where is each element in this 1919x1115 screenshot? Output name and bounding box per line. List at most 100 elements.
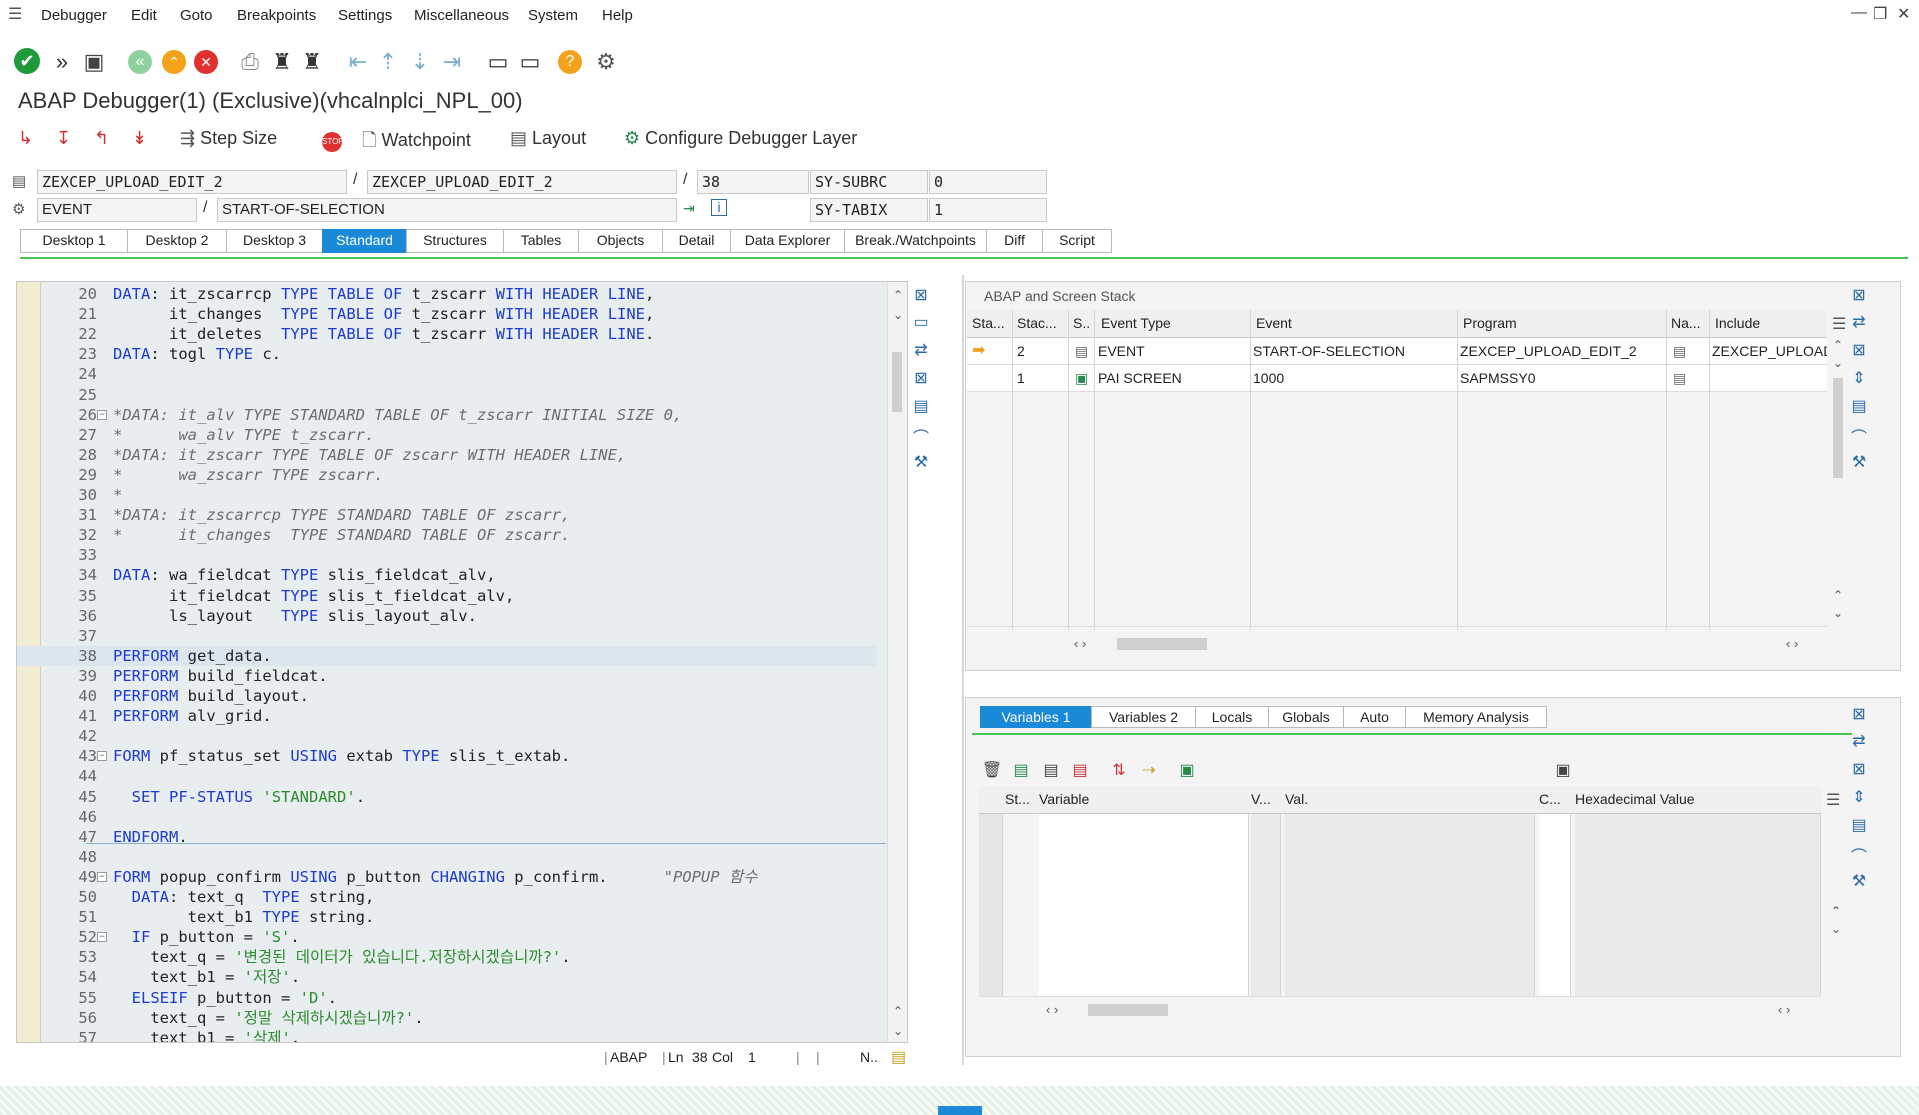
col-status[interactable]: Sta... bbox=[972, 315, 1010, 331]
table-cell[interactable] bbox=[1039, 814, 1249, 840]
tab-diff[interactable]: Diff bbox=[986, 229, 1042, 253]
services-icon[interactable]: ⚒ bbox=[1848, 871, 1870, 893]
code-line[interactable]: 33 bbox=[17, 545, 877, 565]
export-icon[interactable]: ▣ bbox=[1176, 760, 1198, 780]
table-cell[interactable] bbox=[979, 866, 1003, 892]
table-row[interactable] bbox=[979, 944, 1821, 971]
code-line[interactable]: 30 * bbox=[17, 485, 877, 505]
table-row[interactable]: 1 ▣ PAI SCREEN 1000 SAPMSSY0 ▤ bbox=[967, 365, 1827, 392]
table-cell[interactable] bbox=[1039, 892, 1249, 918]
configure-debugger-layer-button[interactable]: ⚙ Configure Debugger Layer bbox=[624, 128, 857, 149]
tab-data-explorer[interactable]: Data Explorer bbox=[730, 229, 844, 253]
table-cell[interactable] bbox=[1539, 892, 1571, 918]
scroll-up-icon[interactable]: ⌃ bbox=[1831, 904, 1841, 918]
code-line[interactable]: 48 bbox=[17, 847, 877, 867]
tab-desktop-3[interactable]: Desktop 3 bbox=[226, 229, 322, 253]
table-cell[interactable] bbox=[1539, 866, 1571, 892]
line-field[interactable]: 38 bbox=[697, 170, 809, 194]
code-line[interactable]: 37 bbox=[17, 626, 877, 646]
table-cell[interactable] bbox=[1285, 892, 1535, 918]
goto-icon[interactable]: ⇥ bbox=[683, 200, 695, 217]
menu-help[interactable]: Help bbox=[602, 7, 633, 24]
code-line[interactable]: 41 PERFORM alv_grid. bbox=[17, 706, 877, 726]
tab-desktop-2[interactable]: Desktop 2 bbox=[127, 229, 226, 253]
tab-objects[interactable]: Objects bbox=[578, 229, 662, 253]
scroll-right-icon[interactable]: ‹ › bbox=[1786, 636, 1798, 651]
table-row[interactable] bbox=[967, 522, 1827, 549]
services-icon[interactable]: ⚒ bbox=[910, 452, 932, 474]
remove-icon[interactable]: ▤ bbox=[1069, 760, 1091, 780]
table-row[interactable] bbox=[967, 444, 1827, 471]
tab-globals[interactable]: Globals bbox=[1268, 706, 1343, 728]
table-cell[interactable] bbox=[1285, 814, 1535, 840]
menu-goto[interactable]: Goto bbox=[180, 7, 213, 24]
stack-vertical-scrollbar[interactable]: ⌃ ⌄ ⌃ ⌄ bbox=[1830, 338, 1846, 628]
navigate-icon[interactable]: ▤ bbox=[1673, 343, 1686, 360]
code-line[interactable]: 26− *DATA: it_alv TYPE STANDARD TABLE OF … bbox=[17, 405, 877, 425]
table-cell[interactable] bbox=[1539, 970, 1571, 996]
cancel-icon[interactable]: ✕ bbox=[194, 50, 218, 74]
col-program[interactable]: Program bbox=[1463, 315, 1663, 331]
code-line[interactable]: 40 PERFORM build_layout. bbox=[17, 686, 877, 706]
main-program-field[interactable]: ZEXCEP_UPLOAD_EDIT_2 bbox=[37, 170, 347, 194]
table-cell[interactable] bbox=[1285, 918, 1535, 944]
scroll-right-icon[interactable]: ‹ › bbox=[1778, 1002, 1790, 1017]
replace-tool-icon[interactable]: ⇄ bbox=[910, 340, 932, 362]
table-row[interactable]: ➡ 2 ▤ EVENT START-OF-SELECTION ZEXCEP_UP… bbox=[967, 338, 1827, 365]
col-variable[interactable]: Variable bbox=[1039, 791, 1199, 807]
scroll-down-icon[interactable]: ⌄ bbox=[1831, 922, 1841, 936]
help-icon[interactable]: ? bbox=[558, 50, 582, 74]
table-cell[interactable] bbox=[1039, 866, 1249, 892]
menu-miscellaneous[interactable]: Miscellaneous bbox=[414, 7, 509, 24]
code-line[interactable]: 54 text_b1 = '저장'. bbox=[17, 967, 877, 987]
table-cell[interactable] bbox=[1251, 918, 1281, 944]
tab-breakpoints-watchpoints[interactable]: Break./Watchpoints bbox=[844, 229, 986, 253]
code-line[interactable]: 27 * wa_alv TYPE t_zscarr. bbox=[17, 425, 877, 445]
check-icon[interactable]: ✔ bbox=[14, 48, 40, 74]
navigate-icon[interactable]: ▤ bbox=[1673, 370, 1686, 387]
code-line[interactable]: 44 bbox=[17, 766, 877, 786]
fold-toggle-icon[interactable]: − bbox=[97, 409, 107, 420]
table-cell[interactable] bbox=[1251, 814, 1281, 840]
table-cell[interactable] bbox=[1039, 840, 1249, 866]
col-value[interactable]: Val. bbox=[1285, 791, 1485, 807]
table-row[interactable] bbox=[979, 866, 1821, 893]
full-screen-icon[interactable]: ▤ bbox=[910, 396, 932, 418]
code-line[interactable]: 24 bbox=[17, 364, 877, 384]
code-line[interactable]: 57 text_b1 = '삭제'. bbox=[17, 1028, 877, 1042]
table-row[interactable] bbox=[967, 392, 1827, 419]
full-screen-icon[interactable]: ⇕ bbox=[1848, 787, 1870, 809]
table-cell[interactable] bbox=[1539, 814, 1571, 840]
scroll-up-icon[interactable]: ⌃ bbox=[893, 1004, 903, 1018]
find-icon[interactable]: ♜ bbox=[268, 48, 296, 76]
exit-icon[interactable]: ⌃ bbox=[162, 50, 186, 74]
info-icon[interactable]: i bbox=[711, 199, 727, 216]
table-cell[interactable] bbox=[1251, 970, 1281, 996]
services-icon[interactable]: ⚒ bbox=[1848, 452, 1870, 474]
tab-tables[interactable]: Tables bbox=[503, 229, 578, 253]
code-line[interactable]: 29 * wa_zscarr TYPE zscarr. bbox=[17, 465, 877, 485]
maximize-icon[interactable]: ⊠ bbox=[1848, 704, 1870, 726]
tab-variables-2[interactable]: Variables 2 bbox=[1091, 706, 1195, 728]
code-line[interactable]: 22 it_deletes TYPE TABLE OF t_zscarr WIT… bbox=[17, 324, 877, 344]
source-program-field[interactable]: ZEXCEP_UPLOAD_EDIT_2 bbox=[367, 170, 677, 194]
next-page-icon[interactable]: ⇣ bbox=[406, 48, 434, 76]
col-event-type[interactable]: Event Type bbox=[1101, 315, 1251, 331]
col-c[interactable]: C... bbox=[1539, 791, 1565, 807]
split-icon[interactable]: ▤ bbox=[1848, 396, 1870, 418]
continue-icon[interactable]: ↡ bbox=[132, 128, 147, 149]
table-cell[interactable] bbox=[1575, 866, 1821, 892]
menu-debugger[interactable]: Debugger bbox=[41, 7, 107, 24]
col-stack-level[interactable]: Stac... bbox=[1017, 315, 1057, 331]
pane-splitter[interactable] bbox=[962, 275, 964, 1065]
code-line[interactable]: 38 PERFORM get_data. bbox=[17, 645, 877, 666]
table-row[interactable] bbox=[967, 418, 1827, 445]
code-line[interactable]: 50 DATA: text_q TYPE string, bbox=[17, 887, 877, 907]
table-row[interactable] bbox=[979, 892, 1821, 919]
code-line[interactable]: 31 *DATA: it_zscarrcp TYPE STANDARD TABLE… bbox=[17, 505, 877, 525]
table-row[interactable] bbox=[967, 496, 1827, 523]
fold-toggle-icon[interactable]: − bbox=[97, 932, 107, 943]
close-tool-icon[interactable]: ⊠ bbox=[910, 368, 932, 390]
save-variables-icon[interactable]: ▣ bbox=[1552, 760, 1574, 780]
code-line[interactable]: 55 ELSEIF p_button = 'D'. bbox=[17, 988, 877, 1008]
